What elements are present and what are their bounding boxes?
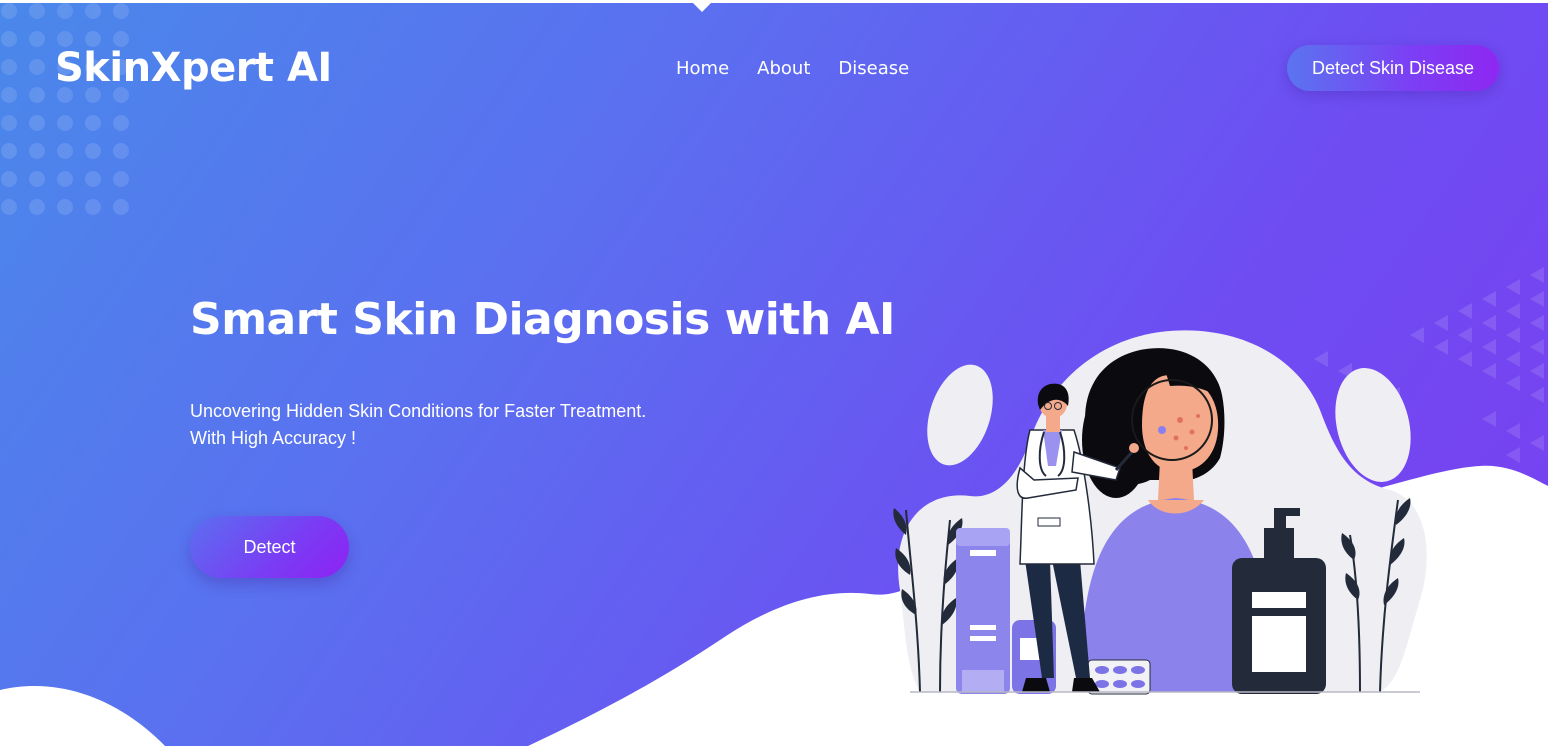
doctor-examining-patient-skin-illustration — [893, 330, 1427, 695]
hero-title: Smart Skin Diagnosis with AI — [190, 294, 895, 345]
detect-skin-disease-button[interactable]: Detect Skin Disease — [1287, 45, 1499, 91]
nav-disease[interactable]: Disease — [838, 56, 909, 82]
nav-about[interactable]: About — [757, 56, 810, 82]
hero-section: SkinXpert AI Home About Disease Detect S… — [0, 0, 1548, 746]
hero-subtitle-line-2: With High Accuracy ! — [190, 428, 357, 448]
nav-home[interactable]: Home — [676, 56, 729, 82]
hero-subtitle-line-1: Uncovering Hidden Skin Conditions for Fa… — [190, 401, 647, 421]
hero-subtitle: Uncovering Hidden Skin Conditions for Fa… — [190, 398, 646, 452]
logo[interactable]: SkinXpert AI — [55, 42, 332, 94]
detect-button[interactable]: Detect — [190, 516, 349, 578]
main-nav: Home About Disease — [676, 56, 909, 82]
